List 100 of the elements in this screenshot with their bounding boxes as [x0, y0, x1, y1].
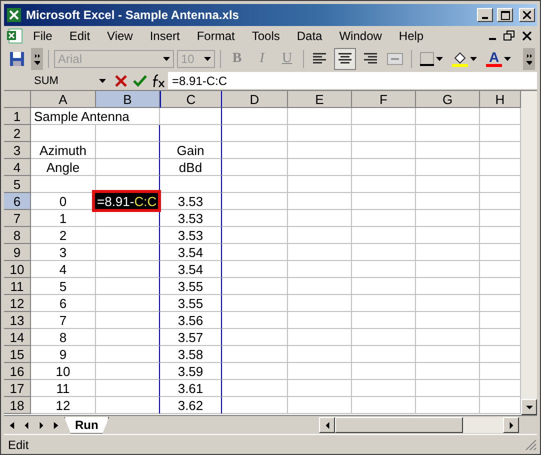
scroll-thumb[interactable] — [335, 417, 463, 433]
table-cell — [352, 397, 416, 414]
maximize-icon — [500, 10, 510, 20]
row-header[interactable]: 5 — [4, 176, 31, 193]
table-cell: 3.59 — [160, 363, 222, 380]
column-header[interactable]: B — [96, 91, 160, 108]
table-cell — [222, 312, 288, 329]
row-header[interactable]: 2 — [4, 125, 31, 142]
table-cell — [160, 108, 222, 125]
row-header[interactable]: 15 — [4, 346, 31, 363]
table-cell — [352, 278, 416, 295]
menu-item[interactable]: Tools — [244, 27, 288, 45]
row-header[interactable]: 6 — [4, 193, 31, 210]
table-cell — [416, 193, 480, 210]
toolbar-options-button[interactable] — [523, 48, 535, 70]
menu-item[interactable]: Insert — [142, 27, 188, 45]
menu-item[interactable]: Help — [390, 27, 432, 45]
scroll-down-button[interactable] — [521, 399, 537, 415]
row-header[interactable]: 1 — [4, 108, 31, 125]
row-header[interactable]: 11 — [4, 278, 31, 295]
table-cell: 3.56 — [160, 312, 222, 329]
menu-item[interactable]: View — [99, 27, 141, 45]
table-cell — [222, 278, 288, 295]
menu-item[interactable]: File — [25, 27, 60, 45]
row-header[interactable]: 7 — [4, 210, 31, 227]
chevron-icon — [526, 52, 532, 66]
workbook-icon[interactable] — [6, 27, 24, 45]
row-header[interactable]: 16 — [4, 363, 31, 380]
row-header[interactable]: 13 — [4, 312, 31, 329]
scroll-right-button[interactable] — [503, 417, 519, 433]
table-cell — [416, 329, 480, 346]
table-cell: Gain — [160, 142, 222, 159]
maximize-button[interactable] — [497, 8, 513, 22]
row-header[interactable]: 12 — [4, 295, 31, 312]
minimize-button[interactable] — [477, 8, 493, 22]
toolbar-options-button[interactable] — [31, 48, 43, 70]
row-header[interactable]: 8 — [4, 227, 31, 244]
table-cell — [288, 397, 352, 414]
table-cell: 3.58 — [160, 346, 222, 363]
table-cell: 7 — [31, 312, 96, 329]
table-cell: Angle — [31, 159, 96, 176]
table-cell — [222, 176, 288, 193]
table-cell — [222, 227, 288, 244]
row-header[interactable]: 10 — [4, 261, 31, 278]
left-arrow-icon — [324, 422, 330, 428]
name-box[interactable]: SUM — [4, 72, 112, 89]
close-button[interactable] — [519, 8, 535, 22]
border-icon — [420, 52, 434, 66]
table-cell — [96, 210, 160, 227]
column-header[interactable]: H — [480, 91, 521, 108]
table-cell — [288, 278, 352, 295]
row-header[interactable]: 3 — [4, 142, 31, 159]
table-cell — [352, 380, 416, 397]
table-cell: 5 — [31, 278, 96, 295]
table-cell — [416, 108, 480, 125]
table-cell — [352, 312, 416, 329]
resize-grip-icon[interactable] — [525, 439, 537, 451]
column-header[interactable]: A — [31, 91, 96, 108]
table-cell — [222, 363, 288, 380]
column-header[interactable]: E — [288, 91, 352, 108]
table-cell: 1 — [31, 210, 96, 227]
table-cell — [222, 159, 288, 176]
table-cell — [352, 125, 416, 142]
scroll-left-button[interactable] — [319, 417, 335, 433]
row-header[interactable]: 17 — [4, 380, 31, 397]
table-cell — [288, 363, 352, 380]
table-cell — [288, 346, 352, 363]
table-cell — [288, 312, 352, 329]
table-cell — [416, 380, 480, 397]
table-cell: 8 — [31, 329, 96, 346]
menu-item[interactable]: Data — [288, 27, 330, 45]
column-header[interactable]: F — [352, 91, 416, 108]
table-cell — [222, 125, 288, 142]
menu-item[interactable]: Edit — [61, 27, 98, 45]
vertical-scrollbar[interactable] — [521, 91, 537, 415]
select-all-corner[interactable] — [4, 91, 31, 108]
sheet-tab[interactable]: Run — [64, 416, 110, 434]
menu-item[interactable]: Window — [331, 27, 390, 45]
cell-editor[interactable]: =8.91-C:C — [92, 190, 161, 212]
table-cell — [288, 244, 352, 261]
row-header[interactable]: 18 — [4, 397, 31, 414]
column-header[interactable]: G — [416, 91, 480, 108]
checkmark-icon[interactable] — [132, 74, 148, 88]
column-header[interactable]: D — [222, 91, 288, 108]
row-header[interactable]: 9 — [4, 244, 31, 261]
table-cell: 3.53 — [160, 210, 222, 227]
formula-field[interactable]: =8.91-C:C — [168, 72, 537, 89]
table-cell — [288, 159, 352, 176]
table-cell — [288, 210, 352, 227]
table-cell — [222, 193, 288, 210]
table-cell — [96, 380, 160, 397]
paint-bucket-icon — [452, 50, 468, 66]
row-header[interactable]: 14 — [4, 329, 31, 346]
menu-item[interactable]: Format — [188, 27, 243, 45]
row-header[interactable]: 4 — [4, 159, 31, 176]
column-header[interactable]: C — [160, 91, 222, 108]
table-cell — [96, 227, 160, 244]
table-cell: 3.61 — [160, 380, 222, 397]
table-cell — [222, 142, 288, 159]
horizontal-scrollbar[interactable] — [319, 417, 519, 433]
